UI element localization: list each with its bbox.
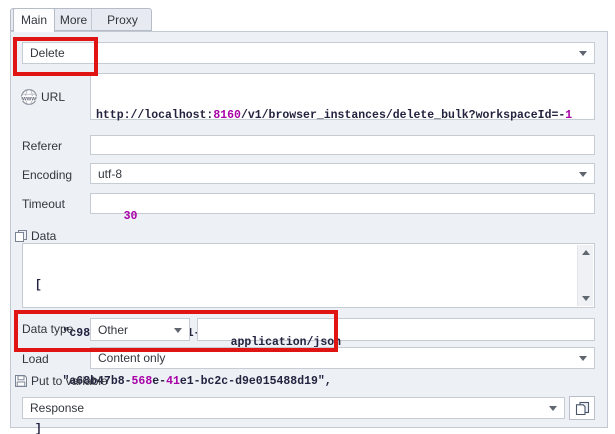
method-select[interactable]: Delete (22, 42, 595, 64)
copy-variable-button[interactable] (569, 396, 595, 420)
method-value: Delete (30, 46, 65, 60)
chevron-down-icon (579, 51, 587, 56)
tab-main[interactable]: Main (13, 8, 55, 32)
copy-icon (14, 229, 28, 243)
data-label-row: Data (14, 229, 56, 243)
timeout-input[interactable]: 30 (90, 193, 595, 214)
load-value: Content only (98, 351, 165, 365)
encoding-label: Encoding (22, 168, 72, 182)
svg-text:www: www (21, 97, 36, 103)
chevron-down-icon (549, 406, 557, 411)
tab-more[interactable]: More (56, 9, 91, 32)
data-textarea[interactable]: [ "c98b47b8-568e-41e1-bc2c-d9e015488d0b"… (22, 243, 595, 308)
content-type-input[interactable]: application/json (197, 318, 595, 341)
timeout-value: 30 (124, 210, 138, 223)
url-input[interactable]: http://localhost:8160/v1/browser_instanc… (90, 73, 595, 120)
vertical-scrollbar[interactable] (577, 245, 593, 306)
data-type-label: Data type (22, 322, 73, 336)
chevron-down-icon (174, 328, 182, 333)
globe-www-icon: www (20, 88, 38, 106)
data-label: Data (31, 229, 56, 243)
triangle-down-icon[interactable] (582, 296, 590, 301)
put-to-variable-select[interactable]: Response (22, 397, 565, 419)
chevron-down-icon (579, 356, 587, 361)
http-request-settings: More Proxy Main Delete www URL http://lo… (0, 0, 615, 434)
url-label-row: www URL (20, 88, 65, 106)
url-label: URL (41, 90, 65, 104)
timeout-label: Timeout (22, 197, 65, 211)
data-line: [ (28, 278, 589, 294)
tab-proxy[interactable]: Proxy (91, 9, 153, 32)
url-text: http://localhost:8160/v1/browser_instanc… (96, 108, 589, 124)
data-type-value: Other (98, 323, 128, 337)
triangle-up-icon[interactable] (582, 250, 590, 255)
data-line: ] (28, 422, 589, 434)
referer-label: Referer (22, 139, 62, 153)
encoding-select[interactable]: utf-8 (90, 163, 595, 184)
put-to-variable-label-row: Put to variable (14, 374, 108, 388)
load-label: Load (22, 352, 49, 366)
load-select[interactable]: Content only (90, 347, 595, 369)
save-floppy-icon (14, 374, 28, 388)
put-to-variable-value: Response (30, 401, 84, 415)
data-line: "a68b47b8-568e-41e1-bc2c-d9e015488d19", (28, 374, 589, 390)
data-type-select[interactable]: Other (90, 318, 190, 341)
referer-input[interactable] (90, 135, 595, 155)
copy-icon (575, 401, 590, 416)
chevron-down-icon (579, 172, 587, 177)
put-to-variable-label: Put to variable (31, 374, 108, 388)
encoding-value: utf-8 (98, 167, 122, 181)
